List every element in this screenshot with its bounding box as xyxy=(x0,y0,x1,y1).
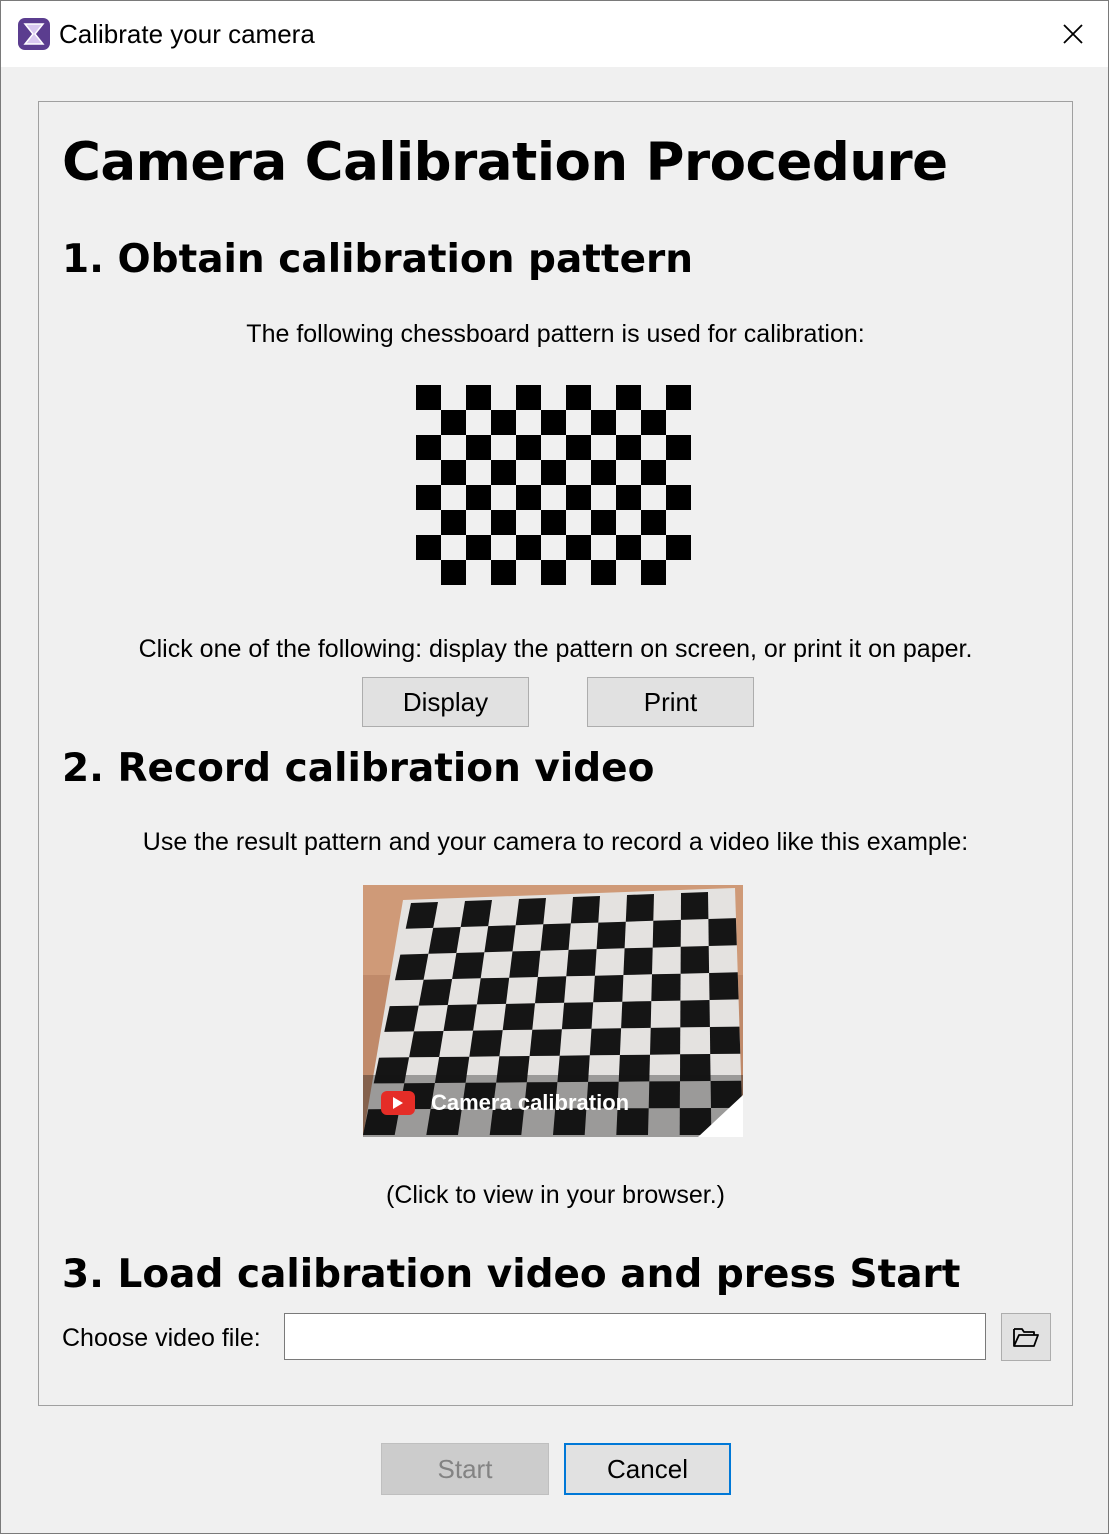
video-thumbnail-image: Camera calibration xyxy=(363,885,743,1137)
file-label: Choose video file: xyxy=(62,1324,261,1352)
step2-hint: (Click to view in your browser.) xyxy=(386,1181,725,1209)
step1-instruction: Click one of the following: display the … xyxy=(138,635,973,663)
calibrate-dialog: Calibrate your camera Camera Calibration… xyxy=(0,0,1109,1534)
close-icon xyxy=(1063,24,1083,44)
chessboard-pattern xyxy=(416,385,691,585)
page-title: Camera Calibration Procedure xyxy=(62,132,948,193)
step2-description: Use the result pattern and your camera t… xyxy=(142,828,969,856)
cancel-button[interactable]: Cancel xyxy=(564,1443,731,1495)
browse-button[interactable] xyxy=(1001,1313,1051,1361)
step2-title: 2. Record calibration video xyxy=(62,746,655,791)
hourglass-logo-icon xyxy=(18,18,50,50)
print-button[interactable]: Print xyxy=(587,677,754,727)
step1-description: The following chessboard pattern is used… xyxy=(246,320,865,348)
start-button: Start xyxy=(381,1443,549,1495)
video-file-input[interactable] xyxy=(284,1313,986,1360)
close-button[interactable] xyxy=(1038,1,1108,67)
display-button[interactable]: Display xyxy=(362,677,529,727)
step3-title: 3. Load calibration video and press Star… xyxy=(62,1252,961,1297)
procedure-panel: Camera Calibration Procedure 1. Obtain c… xyxy=(38,101,1073,1406)
example-video-thumbnail[interactable]: Camera calibration xyxy=(363,885,743,1137)
folder-open-icon xyxy=(1013,1328,1039,1347)
title-bar: Calibrate your camera xyxy=(1,1,1108,67)
video-caption: Camera calibration xyxy=(431,1090,629,1115)
window-title: Calibrate your camera xyxy=(59,19,315,49)
step1-title: 1. Obtain calibration pattern xyxy=(62,237,694,282)
